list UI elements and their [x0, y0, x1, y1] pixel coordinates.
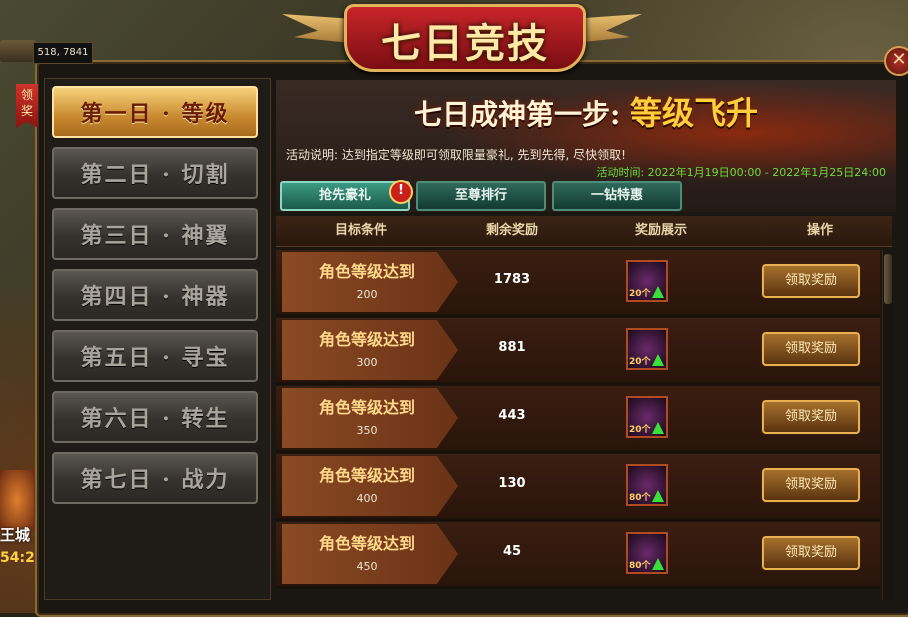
upgrade-arrow-icon [652, 286, 664, 298]
remaining-count: 130 [498, 476, 526, 491]
reward-item-icon[interactable]: 80个 [626, 532, 668, 574]
alert-badge-icon: ! [389, 180, 413, 204]
header-reward: 奖励展示 [634, 223, 687, 238]
condition-level: 200 [356, 288, 378, 301]
header-action: 操作 [806, 223, 833, 238]
reward-item-count: 80个 [629, 561, 651, 571]
condition-label: 角色等级达到 [318, 330, 415, 349]
header-remaining: 剩余奖励 [485, 223, 538, 238]
title-banner: 七日竞技 [282, 0, 642, 78]
day-tab-6[interactable]: 第六日 · 转生 [52, 391, 258, 443]
city-label: 王城 [0, 526, 31, 544]
tab-diamond-deal[interactable]: 一钻特惠 [552, 181, 682, 211]
scrollbar[interactable] [882, 250, 893, 600]
close-button[interactable]: ✕ [884, 46, 908, 76]
upgrade-arrow-icon [652, 490, 664, 502]
table-row: 角色等级达到 200 1783 20个 领取奖励 [276, 250, 880, 317]
claim-reward-button[interactable]: 领取奖励 [762, 536, 860, 570]
claim-reward-button[interactable]: 领取奖励 [762, 332, 860, 366]
upgrade-arrow-icon [652, 354, 664, 366]
claim-reward-button[interactable]: 领取奖励 [762, 400, 860, 434]
remaining-count: 1783 [493, 272, 531, 287]
reward-item-icon[interactable]: 20个 [626, 260, 668, 302]
day-tab-7[interactable]: 第七日 · 战力 [52, 452, 258, 504]
reward-item-count: 20个 [629, 357, 651, 367]
reward-item-icon[interactable]: 20个 [626, 328, 668, 370]
claim-ribbon: 领奖 [16, 84, 38, 128]
day-tab-1[interactable]: 第一日 · 等级 [52, 86, 258, 138]
reward-item-count: 80个 [629, 493, 651, 503]
day-tab-2[interactable]: 第二日 · 切割 [52, 147, 258, 199]
header-condition: 目标条件 [334, 223, 387, 238]
remaining-count: 881 [498, 340, 526, 355]
activity-time: 活动时间: 2022年1月19日00:00 - 2022年1月25日24:00 [596, 166, 886, 179]
condition-level: 450 [356, 560, 378, 573]
tab-ranking[interactable]: 至尊排行 [416, 181, 546, 211]
day-tab-5[interactable]: 第五日 · 寻宝 [52, 330, 258, 382]
remaining-count: 443 [498, 408, 526, 423]
title-plate: 七日竞技 [344, 4, 586, 72]
claim-reward-button[interactable]: 领取奖励 [762, 468, 860, 502]
remaining-count: 45 [502, 544, 522, 559]
table-row: 角色等级达到 450 45 80个 领取奖励 [276, 522, 880, 589]
table-row: 角色等级达到 350 443 20个 领取奖励 [276, 386, 880, 453]
table-row: 角色等级达到 400 130 80个 领取奖励 [276, 454, 880, 521]
coordinate-readout: 518, 7841 [33, 42, 93, 64]
condition-level: 400 [356, 492, 378, 505]
condition-label: 角色等级达到 [318, 398, 415, 417]
hero-title-prefix: 七日成神第一步: [413, 98, 621, 131]
day-tab-3[interactable]: 第三日 · 神翼 [52, 208, 258, 260]
reward-item-count: 20个 [629, 425, 651, 435]
condition-level: 300 [356, 356, 378, 369]
reward-item-count: 20个 [629, 289, 651, 299]
treasure-chest-icon [0, 470, 34, 530]
table-header: 目标条件 剩余奖励 奖励展示 操作 [276, 216, 892, 247]
condition-cell: 角色等级达到 300 [282, 320, 458, 380]
condition-label: 角色等级达到 [318, 262, 415, 281]
upgrade-arrow-icon [652, 558, 664, 570]
condition-cell: 角色等级达到 450 [282, 524, 458, 584]
condition-label: 角色等级达到 [318, 534, 415, 553]
reward-item-icon[interactable]: 20个 [626, 396, 668, 438]
claim-reward-button[interactable]: 领取奖励 [762, 264, 860, 298]
upgrade-arrow-icon [652, 422, 664, 434]
reward-item-icon[interactable]: 80个 [626, 464, 668, 506]
day-tab-4[interactable]: 第四日 · 神器 [52, 269, 258, 321]
table-row: 角色等级达到 300 881 20个 领取奖励 [276, 318, 880, 385]
minimap-edge [0, 40, 36, 62]
condition-cell: 角色等级达到 200 [282, 252, 458, 312]
hero-title-highlight: 等级飞升 [630, 94, 759, 132]
scrollbar-thumb[interactable] [884, 254, 892, 304]
activity-description: 活动说明: 达到指定等级即可领取限量豪礼, 先到先得, 尽快领取! [286, 148, 626, 162]
window-title: 七日竞技 [381, 20, 549, 67]
condition-level: 350 [356, 424, 378, 437]
condition-label: 角色等级达到 [318, 466, 415, 485]
condition-cell: 角色等级达到 400 [282, 456, 458, 516]
condition-cell: 角色等级达到 350 [282, 388, 458, 448]
